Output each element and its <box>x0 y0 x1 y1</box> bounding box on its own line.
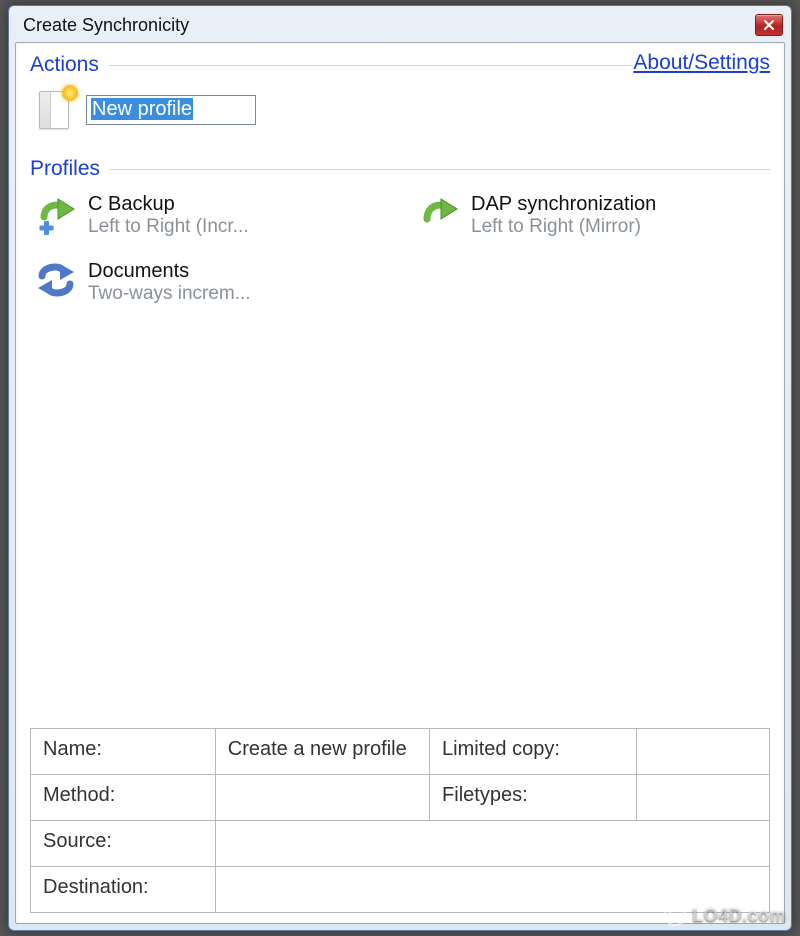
watermark-text: LO4D.com <box>692 905 786 926</box>
profile-desc: Left to Right (Mirror) <box>471 216 656 238</box>
table-row: Destination: <box>31 867 770 913</box>
new-profile-icon[interactable] <box>36 87 76 133</box>
info-limited-value <box>636 729 769 775</box>
info-method-label: Method: <box>31 775 216 821</box>
arrow-right-icon <box>417 191 461 235</box>
watermark: LO4D.com <box>664 904 786 926</box>
watermark-icon <box>664 904 686 926</box>
profiles-list: C Backup Left to Right (Incr... DAP sync… <box>30 191 770 305</box>
close-icon <box>763 19 775 31</box>
two-way-sync-icon <box>34 258 78 302</box>
profile-item-c-backup[interactable]: C Backup Left to Right (Incr... <box>34 191 387 238</box>
profile-name: Documents <box>88 260 251 283</box>
profile-item-dap-sync[interactable]: DAP synchronization Left to Right (Mirro… <box>417 191 770 238</box>
divider <box>109 65 634 66</box>
new-profile-input-text: New profile <box>91 98 193 120</box>
profiles-label: Profiles <box>30 157 100 181</box>
actions-section-header: Actions <box>30 53 633 77</box>
profile-name: C Backup <box>88 193 249 216</box>
info-method-value <box>215 775 429 821</box>
window-title: Create Synchronicity <box>23 15 189 36</box>
info-filetypes-label: Filetypes: <box>430 775 637 821</box>
info-source-label: Source: <box>31 821 216 867</box>
new-profile-input[interactable]: New profile <box>86 95 256 125</box>
actions-label: Actions <box>30 53 99 77</box>
table-row: Method: Filetypes: <box>31 775 770 821</box>
about-settings-link[interactable]: About/Settings <box>633 51 770 75</box>
profile-info-table: Name: Create a new profile Limited copy:… <box>30 728 770 913</box>
table-row: Name: Create a new profile Limited copy: <box>31 729 770 775</box>
profile-name: DAP synchronization <box>471 193 656 216</box>
titlebar: Create Synchronicity <box>15 12 785 42</box>
info-source-value <box>215 821 769 867</box>
info-name-value: Create a new profile <box>215 729 429 775</box>
info-filetypes-value <box>636 775 769 821</box>
table-row: Source: <box>31 821 770 867</box>
profile-item-documents[interactable]: Documents Two-ways increm... <box>34 258 387 305</box>
spacer <box>30 315 770 728</box>
info-limited-label: Limited copy: <box>430 729 637 775</box>
profile-desc: Two-ways increm... <box>88 283 251 305</box>
content-panel: Actions About/Settings New profile Profi… <box>15 42 785 924</box>
profiles-section-header: Profiles <box>30 157 770 181</box>
app-window: Create Synchronicity Actions About/Setti… <box>8 5 792 931</box>
divider <box>110 169 770 170</box>
arrow-add-icon <box>34 191 78 235</box>
close-button[interactable] <box>755 14 783 36</box>
actions-header-row: Actions About/Settings <box>30 53 770 87</box>
profile-desc: Left to Right (Incr... <box>88 216 249 238</box>
info-dest-label: Destination: <box>31 867 216 913</box>
actions-body: New profile <box>30 87 770 133</box>
info-name-label: Name: <box>31 729 216 775</box>
